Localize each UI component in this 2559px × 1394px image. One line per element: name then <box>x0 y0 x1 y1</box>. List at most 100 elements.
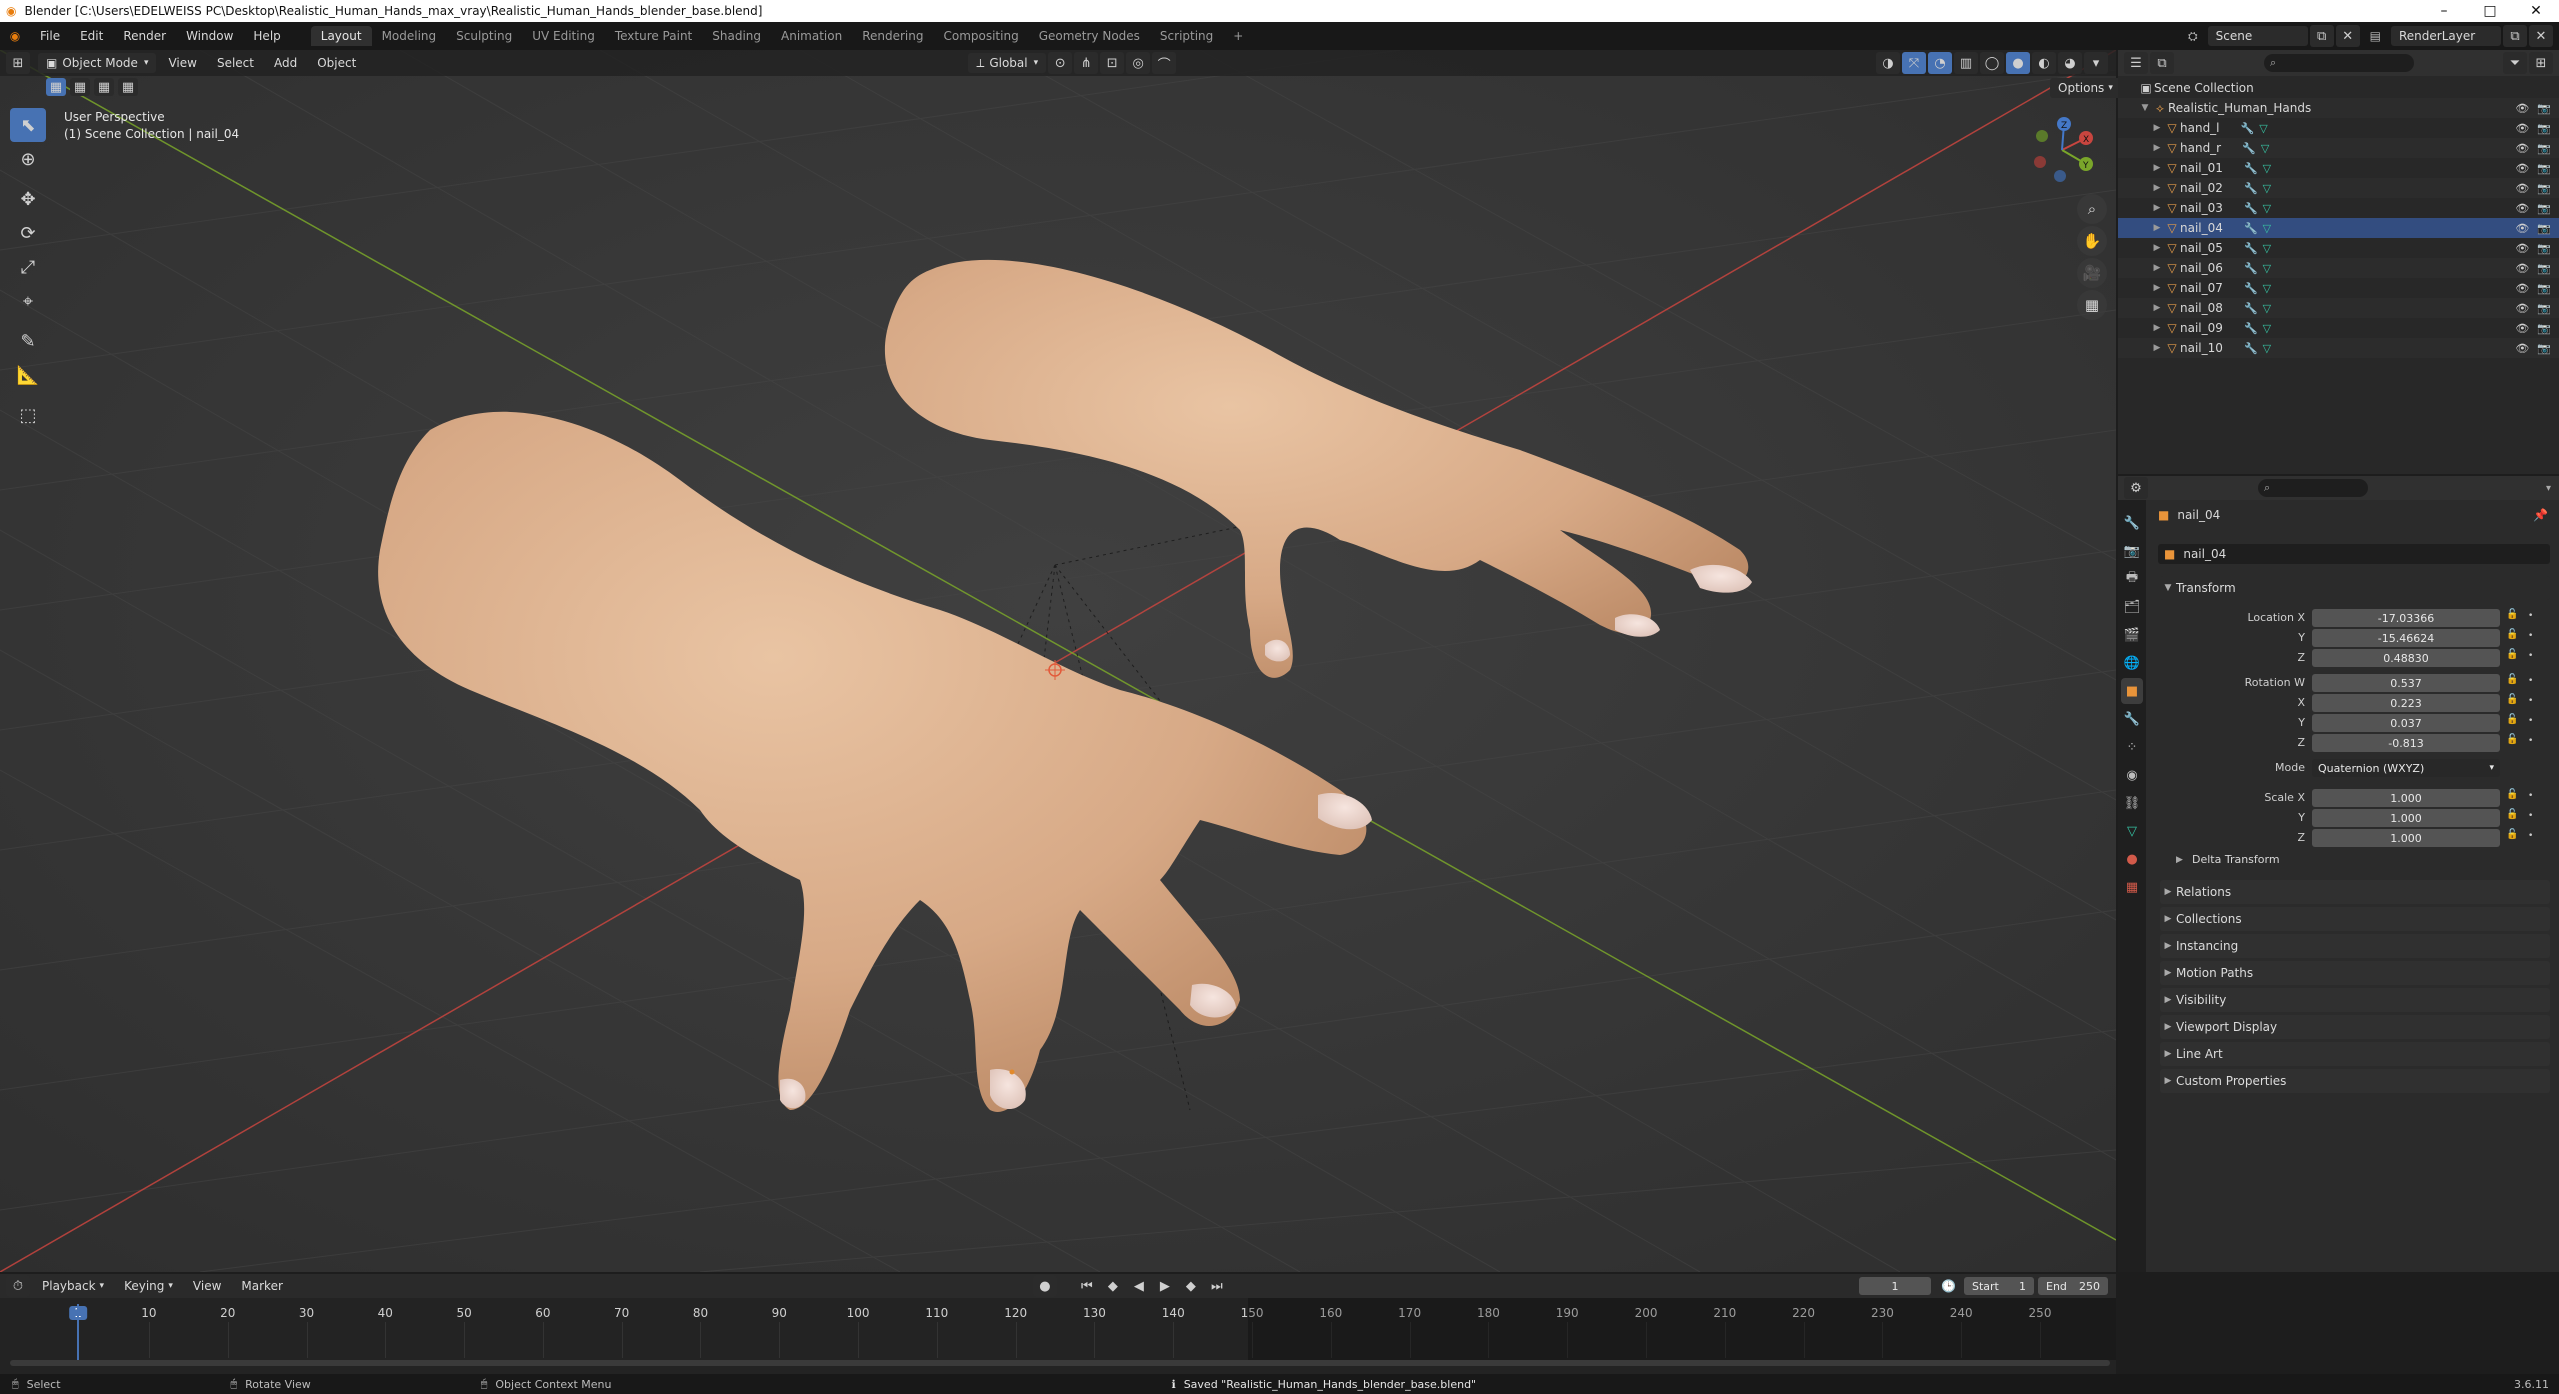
add-cube-tool-icon[interactable]: ⬚ <box>10 398 46 432</box>
outliner-row-nail-04[interactable]: ▶ ▽ nail_04 🔧 ▽ 👁 📷 <box>2118 218 2559 238</box>
keyframe-dot-icon[interactable]: • <box>2528 811 2533 821</box>
keyframe-dot-icon[interactable]: • <box>2528 696 2533 706</box>
expand-right-icon[interactable]: ▶ <box>2150 163 2164 173</box>
camera-icon[interactable]: 📷 <box>2537 162 2551 175</box>
start-frame-field[interactable]: Start 1 <box>1964 1277 2034 1295</box>
lock-icon[interactable]: 🔓 <box>2506 809 2518 820</box>
eye-icon[interactable]: 👁 <box>2515 202 2529 215</box>
outliner-search-input[interactable]: ⌕ <box>2264 54 2414 72</box>
outliner-row-scene-collection[interactable]: ▣ Scene Collection <box>2118 78 2559 98</box>
keyframe-dot-icon[interactable]: • <box>2528 791 2533 801</box>
3d-viewport[interactable] <box>0 50 2116 1272</box>
rotation-y-field[interactable]: 0.037 <box>2312 714 2500 732</box>
camera-icon[interactable]: 📷 <box>2537 262 2551 275</box>
rotation-z-field[interactable]: -0.813 <box>2312 734 2500 752</box>
new-layer-icon[interactable]: ⧉ <box>2503 25 2527 47</box>
modifier-tab-icon[interactable]: 🔧 <box>2121 706 2143 732</box>
tab-rendering[interactable]: Rendering <box>852 26 933 46</box>
expand-right-icon[interactable]: ▶ <box>2150 143 2164 153</box>
next-keyframe-icon[interactable]: ◆ <box>1179 1275 1203 1297</box>
shading-solid-icon[interactable]: ● <box>2006 52 2030 74</box>
panel-visibility[interactable]: ▶ Visibility <box>2160 988 2550 1012</box>
lock-icon[interactable]: 🔓 <box>2506 609 2518 620</box>
eye-icon[interactable]: 👁 <box>2515 342 2529 355</box>
camera-icon[interactable]: 📷 <box>2537 222 2551 235</box>
lock-icon[interactable]: 🔓 <box>2506 629 2518 640</box>
keyframe-dot-icon[interactable]: • <box>2528 716 2533 726</box>
panel-custom-properties[interactable]: ▶ Custom Properties <box>2160 1069 2550 1093</box>
outliner-row-collection[interactable]: ▼ ⟡ Realistic_Human_Hands 👁 📷 <box>2118 98 2559 118</box>
menu-window[interactable]: Window <box>176 29 243 43</box>
outliner-row-nail-05[interactable]: ▶ ▽ nail_05 🔧 ▽ 👁 📷 <box>2118 238 2559 258</box>
transform-panel-header[interactable]: ▼ Transform <box>2160 576 2550 600</box>
scale-tool-icon[interactable]: ⤢ <box>10 250 46 284</box>
eye-icon[interactable]: 👁 <box>2515 242 2529 255</box>
panel-instancing[interactable]: ▶ Instancing <box>2160 934 2550 958</box>
snap-icon[interactable]: ⋔ <box>1074 52 1099 74</box>
texture-tab-icon[interactable]: ▦ <box>2121 874 2143 900</box>
new-collection-icon[interactable]: ⊞ <box>2529 52 2553 74</box>
timeline-scrollbar[interactable] <box>10 1360 2110 1366</box>
data-tab-icon[interactable]: ▽ <box>2121 818 2143 844</box>
select-box-tool-icon[interactable]: ⬉ <box>10 108 46 142</box>
tab-modeling[interactable]: Modeling <box>372 26 447 46</box>
object-datablock-field[interactable]: ■ nail_04 <box>2158 544 2550 564</box>
lock-icon[interactable]: 🔓 <box>2506 714 2518 725</box>
record-icon[interactable]: ● <box>1032 1275 1057 1297</box>
mode-selector[interactable]: ▣ Object Mode ▾ <box>38 53 157 73</box>
eye-icon[interactable]: 👁 <box>2515 182 2529 195</box>
scale-y-field[interactable]: 1.000 <box>2312 809 2500 827</box>
eye-icon[interactable]: 👁 <box>2515 282 2529 295</box>
lock-icon[interactable]: 🔓 <box>2506 789 2518 800</box>
outliner-row-nail-09[interactable]: ▶ ▽ nail_09 🔧 ▽ 👁 📷 <box>2118 318 2559 338</box>
blender-menu-icon[interactable]: ◉ <box>0 29 30 43</box>
rotation-x-field[interactable]: 0.223 <box>2312 694 2500 712</box>
annotate-tool-icon[interactable]: ✎ <box>10 324 46 358</box>
tab-geometry-nodes[interactable]: Geometry Nodes <box>1029 26 1150 46</box>
outliner-row-hand-l[interactable]: ▶ ▽ hand_l 🔧 ▽ 👁 📷 <box>2118 118 2559 138</box>
panel-line-art[interactable]: ▶ Line Art <box>2160 1042 2550 1066</box>
eye-icon[interactable]: 👁 <box>2515 222 2529 235</box>
menu-edit[interactable]: Edit <box>70 29 113 43</box>
camera-icon[interactable]: 📷 <box>2537 322 2551 335</box>
expand-right-icon[interactable]: ▶ <box>2150 123 2164 133</box>
select-invert-icon[interactable]: ▦ <box>118 78 138 96</box>
measure-tool-icon[interactable]: 📐 <box>10 358 46 392</box>
location-x-field[interactable]: -17.03366 <box>2312 609 2500 627</box>
maximize-button[interactable]: □ <box>2467 3 2513 19</box>
falloff-icon[interactable]: ⌒ <box>1152 52 1177 74</box>
jump-start-icon[interactable]: ⏮ <box>1075 1275 1099 1297</box>
eye-icon[interactable]: 👁 <box>2515 102 2529 115</box>
pan-hand-icon[interactable]: ✋ <box>2077 226 2107 256</box>
scene-selector[interactable]: Scene <box>2207 26 2308 46</box>
tool-tab-icon[interactable]: 🔧 <box>2121 510 2143 536</box>
outliner-row-nail-03[interactable]: ▶ ▽ nail_03 🔧 ▽ 👁 📷 <box>2118 198 2559 218</box>
menu-playback[interactable]: Playback ▾ <box>34 1276 112 1296</box>
current-frame-field[interactable]: 1 <box>1859 1277 1932 1295</box>
panel-viewport-display[interactable]: ▶ Viewport Display <box>2160 1015 2550 1039</box>
tab-scripting[interactable]: Scripting <box>1150 26 1223 46</box>
visibility-icon[interactable]: ◑ <box>1876 52 1900 74</box>
rotation-mode-select[interactable]: Quaternion (WXYZ) ▾ <box>2312 759 2500 777</box>
camera-icon[interactable]: 📷 <box>2537 342 2551 355</box>
camera-icon[interactable]: 📷 <box>2537 142 2551 155</box>
proportional-edit-icon[interactable]: ◎ <box>1126 52 1151 74</box>
eye-icon[interactable]: 👁 <box>2515 302 2529 315</box>
camera-view-icon[interactable]: 🎥 <box>2077 258 2107 288</box>
camera-icon[interactable]: 📷 <box>2537 242 2551 255</box>
eye-icon[interactable]: 👁 <box>2515 262 2529 275</box>
overlay-toggle-icon[interactable]: ◔ <box>1928 52 1952 74</box>
playhead[interactable] <box>77 1304 79 1364</box>
shading-wireframe-icon[interactable]: ◯ <box>1980 52 2004 74</box>
outliner-row-nail-01[interactable]: ▶ ▽ nail_01 🔧 ▽ 👁 📷 <box>2118 158 2559 178</box>
shading-material-icon[interactable]: ◐ <box>2032 52 2056 74</box>
panel-motion-paths[interactable]: ▶ Motion Paths <box>2160 961 2550 985</box>
menu-render[interactable]: Render <box>113 29 176 43</box>
transform-tool-icon[interactable]: ⌖ <box>10 284 46 318</box>
move-tool-icon[interactable]: ✥ <box>10 182 46 216</box>
new-scene-icon[interactable]: ⧉ <box>2309 25 2334 47</box>
camera-icon[interactable]: 📷 <box>2537 302 2551 315</box>
options-button[interactable]: Options ▾ <box>2050 78 2121 98</box>
menu-marker[interactable]: Marker <box>233 1276 290 1296</box>
object-tab-icon[interactable]: ■ <box>2121 678 2143 704</box>
